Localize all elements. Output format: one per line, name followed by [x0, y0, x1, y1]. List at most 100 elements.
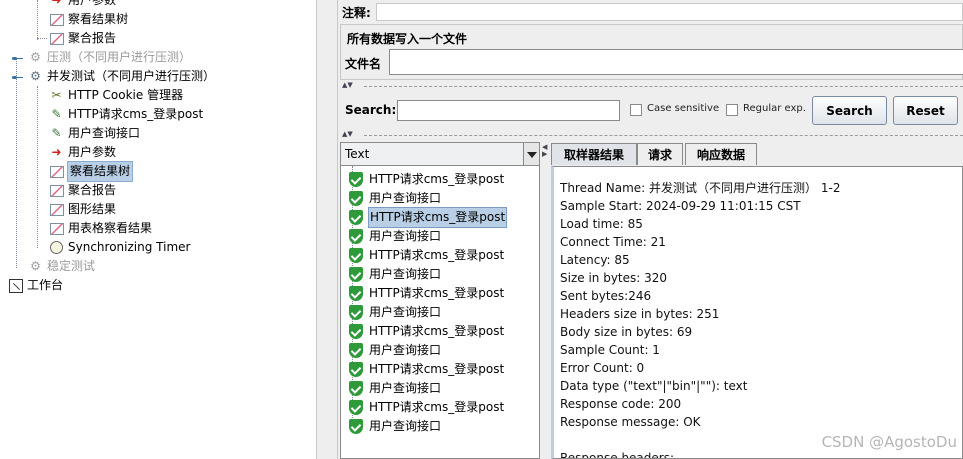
list-item[interactable]: HTTP请求cms_登录post: [349, 246, 504, 265]
success-shield-icon: [349, 362, 363, 377]
expand-toggle[interactable]: [12, 73, 23, 82]
list-item[interactable]: 用户查询接口: [349, 265, 441, 284]
gear-icon: ⚙: [30, 50, 41, 64]
pen-icon: ✎: [51, 107, 62, 121]
search-input[interactable]: [397, 100, 620, 121]
chevron-down-icon[interactable]: [523, 143, 539, 165]
chart-icon: [49, 203, 64, 216]
workbench-icon: [8, 278, 23, 293]
tree-item-thread-group-concurrent[interactable]: ⚙ 并发测试（不同用户进行压测）: [27, 67, 215, 86]
filename-input[interactable]: [389, 49, 963, 75]
tree-item-sync-timer[interactable]: Synchronizing Timer: [48, 238, 190, 257]
regex-label: Regular exp.: [743, 103, 806, 114]
case-sensitive-checkbox[interactable]: [630, 104, 642, 116]
success-shield-icon: [349, 172, 363, 187]
sample-results-list[interactable]: HTTP请求cms_登录post 用户查询接口 HTTP请求cms_登录post…: [340, 166, 540, 459]
result-line: Response headers:: [560, 451, 675, 459]
result-line: Error Count: 0: [560, 361, 645, 375]
collapse-arrows-icon[interactable]: ◀ ▶: [542, 144, 547, 158]
tab-response-data[interactable]: 响应数据: [685, 143, 757, 165]
tree-connector: [16, 58, 17, 268]
tree-item-cookie-manager[interactable]: ✂ HTTP Cookie 管理器: [48, 86, 183, 105]
tree-connector: [37, 86, 38, 248]
list-item[interactable]: HTTP请求cms_登录post: [349, 398, 504, 417]
tree-item-label: 用表格察看结果: [68, 221, 153, 235]
collapse-arrows-icon[interactable]: ▲▼: [342, 131, 353, 138]
tree-item-label: 用户查询接口: [68, 126, 141, 140]
divider: [364, 86, 963, 87]
tree-connector: [37, 0, 38, 40]
tree-item-user-params[interactable]: ➜ 用户参数: [48, 143, 116, 162]
filename-label: 文件名: [345, 57, 382, 71]
tree-item-user-query[interactable]: ✎ 用户查询接口: [48, 124, 140, 143]
tree-item-view-results-tree[interactable]: 察看结果树: [48, 161, 134, 182]
arrow-icon: ➜: [51, 145, 62, 159]
list-item[interactable]: 用户查询接口: [349, 341, 441, 360]
tree-item-http-login[interactable]: ✎ HTTP请求cms_登录post: [48, 105, 203, 124]
tree-item-label: HTTP Cookie 管理器: [68, 88, 184, 102]
result-line: Response message: OK: [560, 415, 701, 429]
pen-icon: ✎: [51, 126, 62, 140]
tree-item-label: HTTP请求cms_登录post: [68, 107, 204, 121]
test-plan-tree[interactable]: ➜ 用户参数 察看结果树 聚合报告 ⚙ 压测（不同用户进行压测） ⚙ 并发测试（…: [0, 0, 316, 459]
search-label: Search:: [345, 103, 397, 117]
wrench-icon: ✂: [51, 88, 62, 102]
tab-sampler-result[interactable]: 取样器结果: [551, 143, 637, 165]
tree-item-aggregate-report[interactable]: 聚合报告: [48, 29, 116, 48]
tree-item-aggregate-report[interactable]: 聚合报告: [48, 181, 116, 200]
regex-checkbox[interactable]: [726, 104, 738, 116]
sampler-result-text[interactable]: Thread Name: 并发测试（不同用户进行压测） 1-2 Sample S…: [551, 166, 963, 459]
tree-item-table-results[interactable]: 用表格察看结果: [48, 219, 152, 238]
tree-item-label: 用户参数: [68, 0, 117, 7]
result-line: Sent bytes:246: [560, 289, 652, 303]
results-splitter[interactable]: ◀ ▶: [540, 142, 550, 459]
result-line: Connect Time: 21: [560, 235, 666, 249]
case-sensitive-label: Case sensitive: [647, 103, 720, 114]
result-line: Body size in bytes: 69: [560, 325, 693, 339]
tree-item-thread-group-stable[interactable]: ⚙ 稳定测试: [27, 257, 95, 276]
list-item[interactable]: HTTP请求cms_登录post: [349, 360, 504, 379]
tree-item-label: 察看结果树: [68, 12, 129, 26]
list-item[interactable]: HTTP请求cms_登录post: [349, 170, 504, 189]
success-shield-icon: [349, 400, 363, 415]
tree-item-label: 图形结果: [68, 202, 117, 216]
tree-item-label: 聚合报告: [68, 183, 117, 197]
success-shield-icon: [349, 343, 363, 358]
list-item[interactable]: HTTP请求cms_登录post: [349, 284, 504, 303]
result-line: Response code: 200: [560, 397, 682, 411]
collapse-arrows-icon[interactable]: ▲▼: [342, 82, 353, 89]
result-line: Data type ("text"|"bin"|""): text: [560, 379, 748, 393]
reset-button[interactable]: Reset: [893, 96, 958, 125]
search-button[interactable]: Search: [812, 96, 887, 125]
list-item[interactable]: 用户查询接口: [349, 189, 441, 208]
list-item[interactable]: HTTP请求cms_登录post: [349, 322, 504, 341]
comment-input[interactable]: [376, 3, 963, 21]
chart-icon: [49, 184, 64, 197]
success-shield-icon: [349, 381, 363, 396]
renderer-select[interactable]: Text: [340, 142, 540, 166]
expand-toggle[interactable]: [12, 54, 23, 63]
tree-item-label: 用户参数: [68, 145, 117, 159]
list-item[interactable]: 用户查询接口: [349, 417, 441, 436]
chart-icon: [49, 165, 64, 178]
gear-icon: ⚙: [30, 259, 41, 273]
success-shield-icon: [349, 210, 363, 225]
success-shield-icon: [349, 229, 363, 244]
tree-item-graph-results[interactable]: 图形结果: [48, 200, 116, 219]
chart-icon: [49, 32, 64, 45]
tree-item-thread-group-stress[interactable]: ⚙ 压测（不同用户进行压测）: [27, 48, 191, 67]
tree-item-label: 并发测试（不同用户进行压测）: [47, 69, 216, 83]
tree-item-user-params[interactable]: ➜ 用户参数: [48, 0, 116, 10]
tree-item-label: 工作台: [27, 278, 64, 292]
list-item[interactable]: HTTP请求cms_登录post: [349, 207, 508, 228]
result-tabs: 取样器结果 请求 响应数据: [551, 142, 963, 166]
list-item[interactable]: 用户查询接口: [349, 227, 441, 246]
tab-request[interactable]: 请求: [637, 143, 683, 165]
pane-splitter[interactable]: [316, 0, 338, 459]
list-item[interactable]: 用户查询接口: [349, 303, 441, 322]
tree-item-view-results-tree[interactable]: 察看结果树: [48, 10, 128, 29]
chart-icon: [49, 13, 64, 26]
tree-item-workbench[interactable]: 工作台: [7, 276, 63, 295]
list-item[interactable]: 用户查询接口: [349, 379, 441, 398]
divider: [364, 135, 963, 136]
